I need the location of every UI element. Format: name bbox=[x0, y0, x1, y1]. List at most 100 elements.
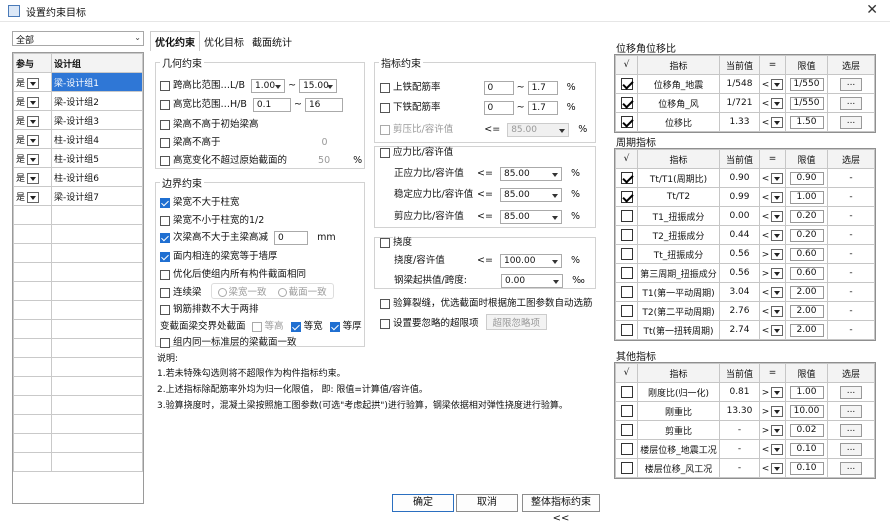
enable-checkbox[interactable] bbox=[620, 443, 633, 455]
limit-cell[interactable]: 0.20 bbox=[785, 225, 828, 245]
limit-input[interactable]: 1/550 bbox=[789, 96, 824, 110]
beam-initial-height-checkbox[interactable] bbox=[160, 119, 170, 130]
operator-cell[interactable]: < bbox=[759, 74, 786, 94]
chevron-down-icon[interactable] bbox=[771, 462, 784, 474]
chevron-down-icon[interactable] bbox=[27, 115, 40, 127]
limit-input[interactable]: 1.00 bbox=[789, 385, 824, 399]
chevron-down-icon[interactable] bbox=[771, 210, 784, 222]
chevron-down-icon[interactable] bbox=[771, 443, 784, 455]
limit-input[interactable]: 2.00 bbox=[789, 304, 824, 318]
enable-checkbox[interactable] bbox=[620, 305, 633, 317]
chevron-down-icon[interactable] bbox=[27, 172, 40, 184]
limit-input[interactable]: 2.00 bbox=[789, 285, 824, 299]
stress-ratio-checkbox[interactable] bbox=[380, 147, 390, 158]
limit-input[interactable]: 2.00 bbox=[789, 323, 824, 337]
design-group-cell[interactable]: 梁-设计组3 bbox=[51, 110, 143, 130]
limit-cell[interactable]: 2.00 bbox=[785, 282, 828, 302]
select-floor-button[interactable]: ... bbox=[840, 115, 862, 129]
operator-cell[interactable]: < bbox=[759, 168, 786, 188]
enable-cell[interactable] bbox=[615, 225, 638, 245]
chevron-down-icon[interactable] bbox=[771, 305, 784, 317]
height-width-max[interactable]: 16 bbox=[304, 97, 343, 112]
close-icon[interactable]: ✕ bbox=[866, 2, 878, 18]
chevron-down-icon[interactable] bbox=[771, 78, 784, 90]
span-height-min[interactable]: 1.00 bbox=[251, 78, 286, 93]
operator-cell[interactable]: < bbox=[759, 93, 786, 113]
design-group-row[interactable]: 是 梁-设计组3 bbox=[13, 110, 143, 130]
top-rebar-max[interactable]: 1.7 bbox=[527, 80, 558, 95]
same-section-checkbox[interactable] bbox=[160, 269, 170, 280]
span-height-max[interactable]: 15.00 bbox=[299, 78, 338, 93]
whole-index-button[interactable]: 整体指标约束<< bbox=[522, 494, 600, 524]
enable-cell[interactable] bbox=[615, 439, 638, 459]
normal-stress-combo[interactable]: 85.00 bbox=[499, 166, 562, 181]
top-rebar-checkbox[interactable] bbox=[380, 82, 390, 93]
enable-checkbox[interactable] bbox=[620, 210, 633, 222]
limit-cell[interactable]: 1.00 bbox=[785, 382, 828, 402]
design-group-cell[interactable]: 柱-设计组5 bbox=[51, 148, 143, 168]
enable-checkbox[interactable] bbox=[620, 424, 633, 436]
ignore-checkbox[interactable] bbox=[380, 318, 390, 329]
limit-input[interactable]: 0.10 bbox=[789, 442, 824, 456]
chevron-down-icon[interactable] bbox=[771, 386, 784, 398]
chevron-down-icon[interactable] bbox=[771, 248, 784, 260]
operator-cell[interactable]: > bbox=[759, 382, 786, 402]
equal-thickness-checkbox[interactable] bbox=[329, 321, 340, 332]
height-width-min[interactable]: 0.1 bbox=[252, 97, 291, 112]
enable-cell[interactable] bbox=[615, 112, 638, 132]
beam-half-col-checkbox[interactable] bbox=[160, 215, 170, 226]
chevron-down-icon[interactable] bbox=[771, 286, 784, 298]
group-filter-select[interactable]: 全部 ⌄ bbox=[12, 31, 144, 46]
height-width-checkbox[interactable] bbox=[160, 99, 170, 110]
chevron-down-icon[interactable] bbox=[771, 267, 784, 279]
design-group-row[interactable]: 是 柱-设计组4 bbox=[13, 129, 143, 149]
design-group-cell[interactable]: 柱-设计组4 bbox=[51, 129, 143, 149]
continuous-beam-checkbox[interactable] bbox=[160, 287, 170, 298]
limit-cell[interactable]: 2.00 bbox=[785, 301, 828, 321]
operator-cell[interactable]: < bbox=[759, 458, 786, 478]
chevron-down-icon[interactable] bbox=[27, 134, 40, 146]
enable-checkbox[interactable] bbox=[620, 386, 633, 398]
beam-wall-checkbox[interactable] bbox=[160, 251, 170, 262]
cancel-button[interactable]: 取消 bbox=[456, 494, 518, 512]
operator-cell[interactable]: < bbox=[759, 206, 786, 226]
enable-checkbox[interactable] bbox=[620, 97, 633, 109]
enable-checkbox[interactable] bbox=[620, 324, 633, 336]
operator-cell[interactable]: < bbox=[759, 320, 786, 340]
chevron-down-icon[interactable] bbox=[771, 191, 784, 203]
limit-input[interactable]: 0.02 bbox=[789, 423, 824, 437]
design-group-row[interactable]: 是 梁-设计组7 bbox=[13, 186, 143, 206]
participate-cell[interactable]: 是 bbox=[13, 186, 52, 206]
tab-constraints[interactable]: 优化约束 bbox=[150, 31, 200, 51]
chevron-down-icon[interactable] bbox=[771, 116, 784, 128]
chevron-down-icon[interactable] bbox=[27, 77, 40, 89]
chevron-down-icon[interactable] bbox=[771, 97, 784, 109]
limit-cell[interactable]: 1/550 bbox=[785, 93, 828, 113]
limit-input[interactable]: 1.00 bbox=[789, 190, 824, 204]
limit-cell[interactable]: 0.60 bbox=[785, 244, 828, 264]
select-floor-button[interactable]: ... bbox=[840, 404, 862, 418]
section-consistent-radio[interactable] bbox=[277, 288, 287, 297]
participate-cell[interactable]: 是 bbox=[13, 167, 52, 187]
chevron-down-icon[interactable] bbox=[771, 229, 784, 241]
design-group-cell[interactable]: 柱-设计组6 bbox=[51, 167, 143, 187]
enable-cell[interactable] bbox=[615, 382, 638, 402]
operator-cell[interactable]: > bbox=[759, 263, 786, 283]
enable-checkbox[interactable] bbox=[620, 248, 633, 260]
top-rebar-min[interactable]: 0 bbox=[483, 80, 514, 95]
shear-compress-combo[interactable]: 85.00 bbox=[507, 122, 570, 137]
limit-input[interactable]: 0.60 bbox=[789, 266, 824, 280]
deflection-checkbox[interactable] bbox=[380, 237, 390, 248]
limit-cell[interactable]: 0.02 bbox=[785, 420, 828, 440]
enable-checkbox[interactable] bbox=[620, 229, 633, 241]
operator-cell[interactable]: < bbox=[759, 301, 786, 321]
enable-cell[interactable] bbox=[615, 244, 638, 264]
limit-cell[interactable]: 0.20 bbox=[785, 206, 828, 226]
design-group-cell[interactable]: 梁-设计组2 bbox=[51, 91, 143, 111]
bottom-rebar-max[interactable]: 1.7 bbox=[527, 100, 558, 115]
enable-checkbox[interactable] bbox=[620, 267, 633, 279]
limit-input[interactable]: 0.60 bbox=[789, 247, 824, 261]
enable-cell[interactable] bbox=[615, 93, 638, 113]
select-floor-button[interactable]: ... bbox=[840, 385, 862, 399]
chevron-down-icon[interactable] bbox=[771, 172, 784, 184]
